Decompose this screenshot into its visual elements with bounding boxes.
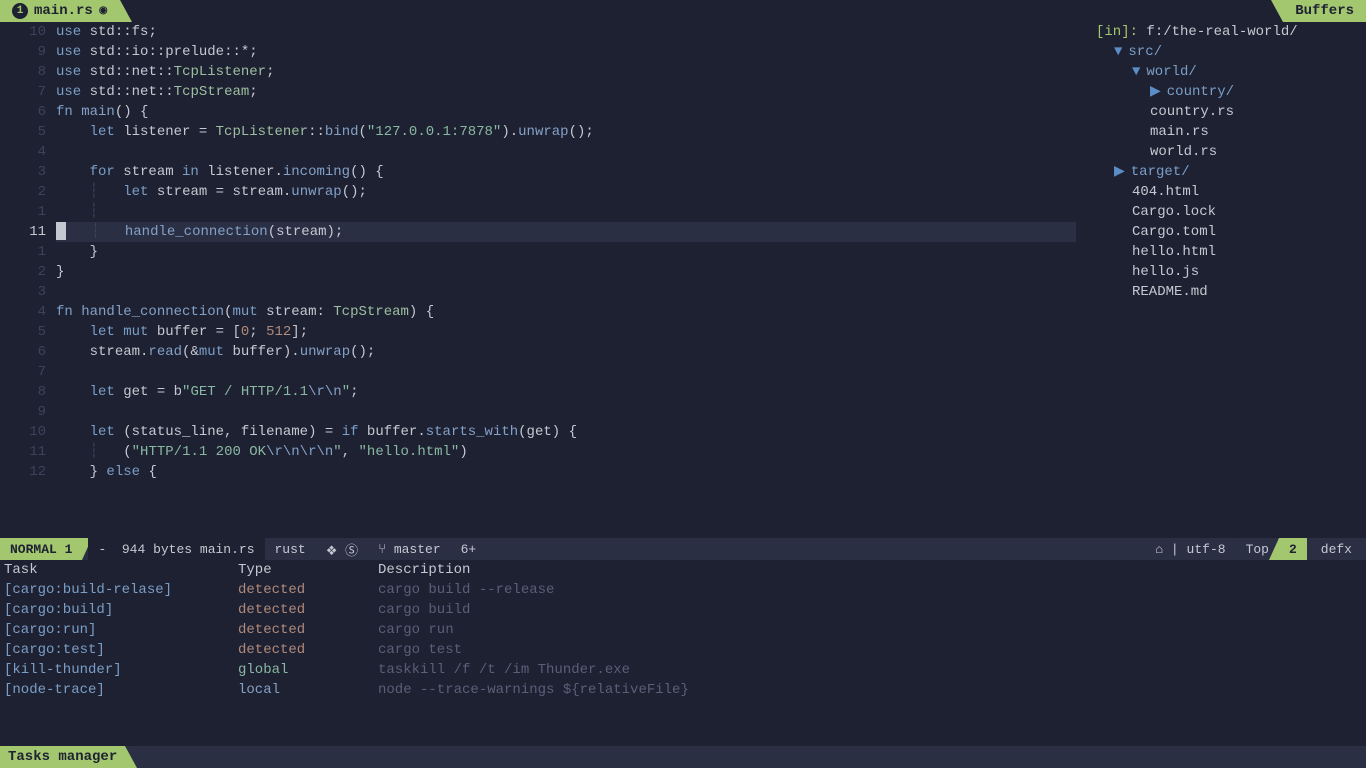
editor-pane[interactable]: 1098765432111123456789101112 use std::fs… <box>0 22 1076 538</box>
tab-number-icon: 1 <box>12 3 28 19</box>
os-encoding-segment: ⌂ | utf-8 <box>1145 538 1235 560</box>
code-line[interactable]: ┆ handle_connection(stream); <box>56 222 1076 242</box>
tasks-manager-label: Tasks manager <box>0 746 125 768</box>
code-line[interactable]: use std::net::TcpStream; <box>56 82 1076 102</box>
icons-segment: ❖ Ⓢ <box>316 538 368 560</box>
code-line[interactable]: let get = b"GET / HTTP/1.1\r\n"; <box>56 382 1076 402</box>
code-line[interactable]: ┆ <box>56 202 1076 222</box>
code-line[interactable]: fn handle_connection(mut stream: TcpStre… <box>56 302 1076 322</box>
chevron-down-icon: ▼ <box>1114 44 1122 60</box>
code-line[interactable]: use std::net::TcpListener; <box>56 62 1076 82</box>
task-row[interactable]: [cargo:run]detectedcargo run <box>0 620 1366 640</box>
tree-dir-item[interactable]: ▼src/ <box>1084 42 1366 62</box>
code-line[interactable]: let mut buffer = [0; 512]; <box>56 322 1076 342</box>
code-line[interactable]: } <box>56 242 1076 262</box>
git-ahead-segment: 6+ <box>451 538 487 560</box>
tree-file-item[interactable]: hello.html <box>1084 242 1366 262</box>
code-line[interactable]: ┆ ("HTTP/1.1 200 OK\r\n\r\n", "hello.htm… <box>56 442 1076 462</box>
code-line[interactable]: for stream in listener.incoming() { <box>56 162 1076 182</box>
mode-indicator: NORMAL 1 <box>0 538 82 560</box>
tree-file-item[interactable]: Cargo.lock <box>1084 202 1366 222</box>
status-bar: NORMAL 1 - 944 bytes main.rs rust ❖ Ⓢ ⑂ … <box>0 538 1366 560</box>
branch-icon: ⑂ <box>378 542 386 557</box>
task-row[interactable]: [cargo:build]detectedcargo build <box>0 600 1366 620</box>
code-line[interactable]: } else { <box>56 462 1076 482</box>
line-number-gutter: 1098765432111123456789101112 <box>0 22 56 538</box>
task-row[interactable]: [kill-thunder]globaltaskkill /f /t /im T… <box>0 660 1366 680</box>
task-row[interactable]: [cargo:build-relase]detectedcargo build … <box>0 580 1366 600</box>
code-line[interactable]: use std::io::prelude::*; <box>56 42 1076 62</box>
tree-dir-item[interactable]: ▼world/ <box>1084 62 1366 82</box>
task-panel[interactable]: TaskTypeDescription [cargo:build-relase]… <box>0 560 1366 768</box>
file-info: - 944 bytes main.rs <box>88 538 264 560</box>
modified-dot-icon: ◉ <box>99 5 108 17</box>
tree-file-item[interactable]: world.rs <box>1084 142 1366 162</box>
task-row[interactable]: [node-trace]localnode --trace-warnings $… <box>0 680 1366 700</box>
defx-label: defx <box>1307 538 1366 560</box>
git-branch-segment: ⑂ master <box>368 538 450 560</box>
code-line[interactable]: ┆ let stream = stream.unwrap(); <box>56 182 1076 202</box>
cursor-icon <box>56 222 66 240</box>
tree-file-item[interactable]: hello.js <box>1084 262 1366 282</box>
chevron-right-icon: ▶ <box>1150 84 1161 100</box>
tree-dir-item[interactable]: ▶country/ <box>1084 82 1366 102</box>
chevron-right-icon: ▶ <box>1114 164 1125 180</box>
task-row[interactable]: [cargo:test]detectedcargo test <box>0 640 1366 660</box>
code-line[interactable] <box>56 142 1076 162</box>
task-header-row: TaskTypeDescription <box>0 560 1366 580</box>
window-number-2: 2 <box>1279 538 1307 560</box>
file-tree-pane[interactable]: [in]: f:/the-real-world/ ▼src/▼world/▶co… <box>1076 22 1366 538</box>
code-line[interactable]: let listener = TcpListener::bind("127.0.… <box>56 122 1076 142</box>
code-line[interactable]: let (status_line, filename) = if buffer.… <box>56 422 1076 442</box>
tree-file-item[interactable]: 404.html <box>1084 182 1366 202</box>
tree-file-item[interactable]: README.md <box>1084 282 1366 302</box>
filetype-segment: rust <box>265 538 316 560</box>
tree-header: [in]: f:/the-real-world/ <box>1084 22 1366 42</box>
tree-file-item[interactable]: Cargo.toml <box>1084 222 1366 242</box>
main-area: 1098765432111123456789101112 use std::fs… <box>0 22 1366 538</box>
tree-file-item[interactable]: main.rs <box>1084 122 1366 142</box>
code-content[interactable]: use std::fs;use std::io::prelude::*;use … <box>56 22 1076 538</box>
tree-dir-item[interactable]: ▶target/ <box>1084 162 1366 182</box>
os-icon: ⌂ <box>1155 542 1163 557</box>
code-line[interactable]: } <box>56 262 1076 282</box>
code-line[interactable] <box>56 362 1076 382</box>
tree-file-item[interactable]: country.rs <box>1084 102 1366 122</box>
code-line[interactable]: use std::fs; <box>56 22 1076 42</box>
tab-bar: 1 main.rs ◉ Buffers <box>0 0 1366 22</box>
code-line[interactable] <box>56 402 1076 422</box>
code-line[interactable]: fn main() { <box>56 102 1076 122</box>
tab-filename: main.rs <box>34 3 93 19</box>
code-line[interactable] <box>56 282 1076 302</box>
buffers-tab[interactable]: Buffers <box>1283 0 1366 22</box>
chevron-down-icon: ▼ <box>1132 64 1140 80</box>
buffer-tab-main[interactable]: 1 main.rs ◉ <box>0 0 120 22</box>
code-line[interactable]: stream.read(&mut buffer).unwrap(); <box>56 342 1076 362</box>
